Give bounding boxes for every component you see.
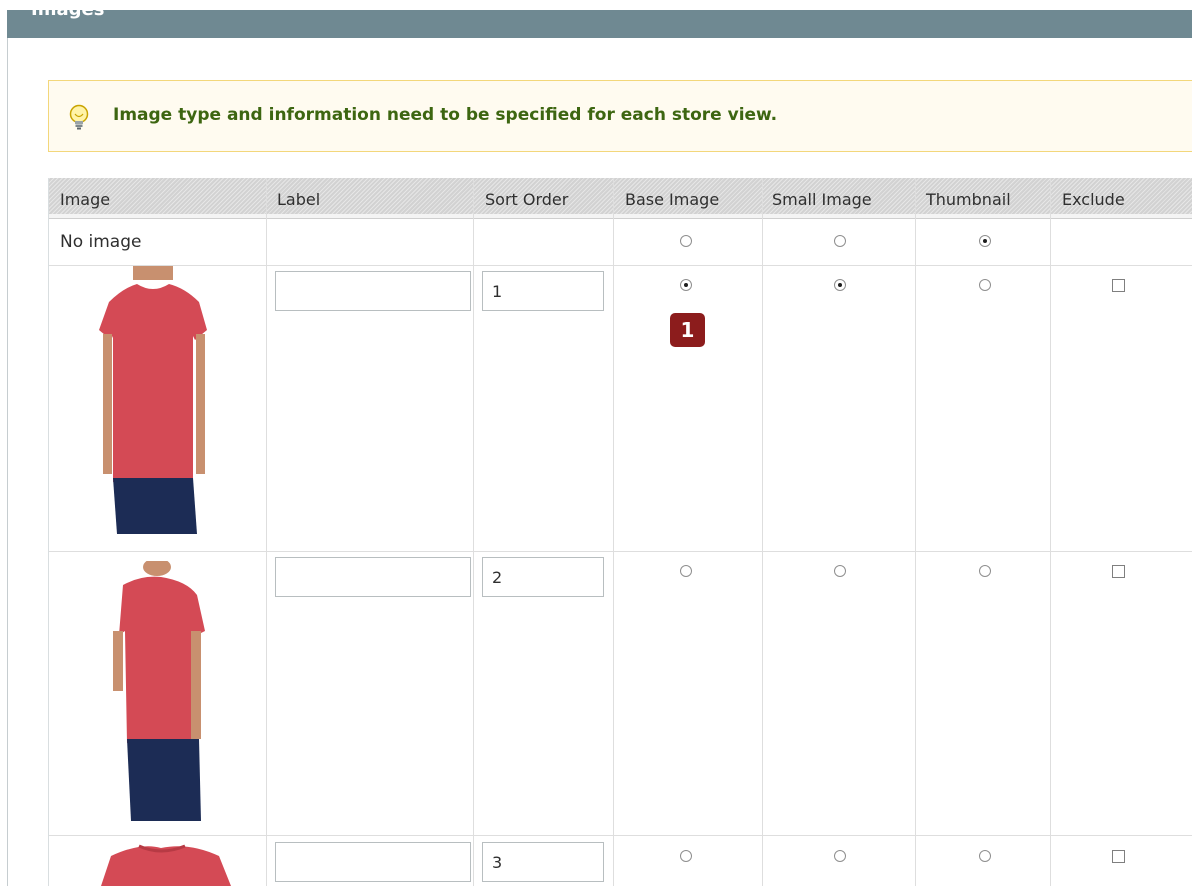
thumbnail-radio[interactable]: [979, 279, 991, 291]
no-image-base-radio[interactable]: [680, 235, 692, 247]
annotation-badge: 1: [670, 313, 705, 347]
header-small-image: Small Image: [772, 190, 872, 209]
small-image-radio[interactable]: [834, 565, 846, 577]
row-divider: [49, 551, 1192, 552]
product-thumbnail-front[interactable]: [81, 266, 231, 536]
image-label-input[interactable]: [275, 842, 471, 882]
images-grid: Image Label Sort Order Base Image Small …: [48, 178, 1192, 886]
column-divider: [1050, 178, 1051, 886]
sort-order-input[interactable]: 1: [482, 271, 604, 311]
column-divider: [613, 178, 614, 886]
row-divider: [49, 835, 1192, 836]
header-sort-order: Sort Order: [485, 190, 569, 209]
base-image-radio[interactable]: [680, 850, 692, 862]
base-image-radio[interactable]: [680, 565, 692, 577]
product-thumbnail-back[interactable]: [85, 842, 235, 886]
no-image-small-radio[interactable]: [834, 235, 846, 247]
header-base-image: Base Image: [625, 190, 720, 209]
no-image-thumbnail-radio[interactable]: [979, 235, 991, 247]
exclude-checkbox[interactable]: [1112, 565, 1125, 578]
base-image-radio[interactable]: [680, 279, 692, 291]
lightbulb-icon: [69, 104, 89, 130]
column-divider: [762, 178, 763, 886]
product-thumbnail-side[interactable]: [101, 561, 221, 823]
thumbnail-radio[interactable]: [979, 850, 991, 862]
column-divider: [473, 178, 474, 886]
exclude-checkbox[interactable]: [1112, 279, 1125, 292]
small-image-radio[interactable]: [834, 279, 846, 291]
no-image-label: No image: [60, 232, 142, 252]
header-exclude: Exclude: [1062, 190, 1125, 209]
images-section-header: Images: [7, 0, 1192, 38]
section-title: Images: [31, 0, 105, 20]
thumbnail-radio[interactable]: [979, 565, 991, 577]
sort-order-input[interactable]: 2: [482, 557, 604, 597]
small-image-radio[interactable]: [834, 850, 846, 862]
notice-message: Image type and information need to be sp…: [48, 80, 1192, 152]
grid-header-row: Image Label Sort Order Base Image Small …: [49, 178, 1192, 219]
page-left-border: [7, 10, 8, 886]
image-label-input[interactable]: [275, 557, 471, 597]
header-image: Image: [60, 190, 111, 209]
header-label: Label: [277, 190, 321, 209]
column-divider: [915, 178, 916, 886]
column-divider: [266, 178, 267, 886]
header-thumbnail: Thumbnail: [926, 190, 1011, 209]
exclude-checkbox[interactable]: [1112, 850, 1125, 863]
image-label-input[interactable]: [275, 271, 471, 311]
sort-order-input[interactable]: 3: [482, 842, 604, 882]
notice-text: Image type and information need to be sp…: [113, 105, 778, 125]
